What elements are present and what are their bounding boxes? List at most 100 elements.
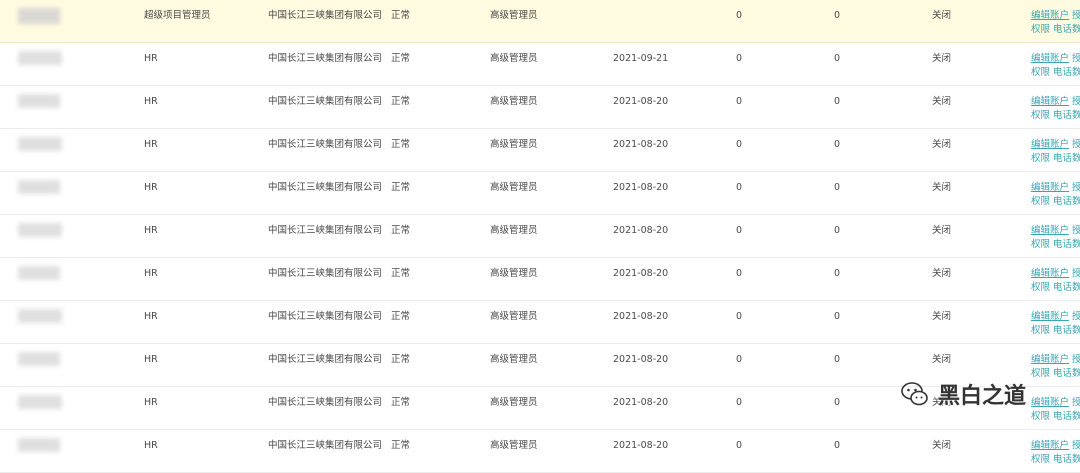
permissions-link[interactable]: 权限 [1031, 282, 1050, 293]
cell-role: HR [144, 268, 158, 279]
grant-link[interactable]: 授 [1072, 182, 1080, 193]
edit-account-link[interactable]: 编辑账户 [1031, 53, 1069, 64]
permissions-link[interactable]: 权限 [1031, 368, 1050, 379]
permissions-link[interactable]: 权限 [1031, 454, 1050, 465]
cell-count-1: 0 [736, 354, 743, 365]
edit-account-link[interactable]: 编辑账户 [1031, 354, 1069, 365]
cell-status: 正常 [391, 10, 411, 21]
cell-count-1: 0 [736, 10, 743, 21]
cell-count-1: 0 [736, 311, 743, 322]
permissions-link[interactable]: 权限 [1031, 153, 1050, 164]
row-actions: 编辑账户 授 权限 电话数 [1031, 439, 1080, 467]
row-actions: 编辑账户 授 权限 电话数 [1031, 181, 1080, 209]
phone-link[interactable]: 电话数 [1053, 24, 1080, 35]
cell-closed: 关闭 [932, 268, 952, 279]
cell-admin-level: 高级管理员 [490, 397, 538, 408]
row-actions: 编辑账户 授 权限 电话数 [1031, 353, 1080, 381]
cell-admin-level: 高级管理员 [490, 268, 538, 279]
cell-count-2: 0 [834, 10, 841, 21]
phone-link[interactable]: 电话数 [1053, 325, 1080, 336]
cell-closed: 关闭 [932, 311, 952, 322]
cell-status: 正常 [391, 139, 411, 150]
cell-closed: 关闭 [932, 96, 952, 107]
phone-link[interactable]: 电话数 [1053, 454, 1080, 465]
cell-status: 正常 [391, 182, 411, 193]
cell-count-2: 0 [834, 440, 841, 451]
grant-link[interactable]: 授 [1072, 10, 1080, 21]
grant-link[interactable]: 授 [1072, 139, 1080, 150]
grant-link[interactable]: 授 [1072, 53, 1080, 64]
cell-status: 正常 [391, 96, 411, 107]
cell-status: 正常 [391, 53, 411, 64]
cell-count-2: 0 [834, 53, 841, 64]
row-actions: 编辑账户 授 权限 电话数 [1031, 310, 1080, 338]
permissions-link[interactable]: 权限 [1031, 110, 1050, 121]
cell-role: HR [144, 311, 158, 322]
cell-status: 正常 [391, 268, 411, 279]
cell-company: 中国长江三峡集团有限公司 [268, 225, 383, 236]
cell-count-2: 0 [834, 354, 841, 365]
grant-link[interactable]: 授 [1072, 268, 1080, 279]
row-actions: 编辑账户 授 权限 电话数 [1031, 52, 1080, 80]
permissions-link[interactable]: 权限 [1031, 325, 1050, 336]
phone-link[interactable]: 电话数 [1053, 110, 1080, 121]
cell-count-2: 0 [834, 225, 841, 236]
edit-account-link[interactable]: 编辑账户 [1031, 182, 1069, 193]
table-row: HR 中国长江三峡集团有限公司 正常 高级管理员 2021-09-21 0 0 … [0, 43, 1080, 86]
cell-date: 2021-08-20 [613, 311, 669, 322]
table-row: HR 中国长江三峡集团有限公司 正常 高级管理员 2021-08-20 0 0 … [0, 215, 1080, 258]
permissions-link[interactable]: 权限 [1031, 411, 1050, 422]
cell-admin-level: 高级管理员 [490, 96, 538, 107]
cell-closed: 关闭 [932, 10, 952, 21]
grant-link[interactable]: 授 [1072, 397, 1080, 408]
redacted-name [18, 180, 60, 194]
cell-status: 正常 [391, 311, 411, 322]
edit-account-link[interactable]: 编辑账户 [1031, 440, 1069, 451]
redacted-name [18, 8, 60, 24]
edit-account-link[interactable]: 编辑账户 [1031, 268, 1069, 279]
wechat-icon [901, 382, 928, 406]
cell-date: 2021-08-20 [613, 182, 669, 193]
permissions-link[interactable]: 权限 [1031, 67, 1050, 78]
phone-link[interactable]: 电话数 [1053, 153, 1080, 164]
cell-company: 中国长江三峡集团有限公司 [268, 10, 383, 21]
edit-account-link[interactable]: 编辑账户 [1031, 10, 1069, 21]
cell-role: HR [144, 440, 158, 451]
grant-link[interactable]: 授 [1072, 354, 1080, 365]
edit-account-link[interactable]: 编辑账户 [1031, 225, 1069, 236]
cell-date: 2021-08-20 [613, 440, 669, 451]
edit-account-link[interactable]: 编辑账户 [1031, 397, 1069, 408]
cell-admin-level: 高级管理员 [490, 10, 538, 21]
watermark-text: 黑白之道 [938, 384, 1027, 409]
grant-link[interactable]: 授 [1072, 225, 1080, 236]
cell-closed: 关闭 [932, 354, 952, 365]
permissions-link[interactable]: 权限 [1031, 24, 1050, 35]
table-row: HR 中国长江三峡集团有限公司 正常 高级管理员 2021-08-20 0 0 … [0, 258, 1080, 301]
phone-link[interactable]: 电话数 [1053, 411, 1080, 422]
permissions-link[interactable]: 权限 [1031, 196, 1050, 207]
cell-admin-level: 高级管理员 [490, 354, 538, 365]
cell-company: 中国长江三峡集团有限公司 [268, 268, 383, 279]
phone-link[interactable]: 电话数 [1053, 239, 1080, 250]
cell-status: 正常 [391, 397, 411, 408]
grant-link[interactable]: 授 [1072, 311, 1080, 322]
grant-link[interactable]: 授 [1072, 96, 1080, 107]
phone-link[interactable]: 电话数 [1053, 368, 1080, 379]
cell-admin-level: 高级管理员 [490, 225, 538, 236]
edit-account-link[interactable]: 编辑账户 [1031, 139, 1069, 150]
cell-status: 正常 [391, 225, 411, 236]
edit-account-link[interactable]: 编辑账户 [1031, 96, 1069, 107]
cell-count-1: 0 [736, 225, 743, 236]
cell-closed: 关闭 [932, 225, 952, 236]
phone-link[interactable]: 电话数 [1053, 67, 1080, 78]
permissions-link[interactable]: 权限 [1031, 239, 1050, 250]
phone-link[interactable]: 电话数 [1053, 196, 1080, 207]
redacted-name [18, 266, 60, 280]
grant-link[interactable]: 授 [1072, 440, 1080, 451]
cell-count-1: 0 [736, 182, 743, 193]
cell-admin-level: 高级管理员 [490, 182, 538, 193]
phone-link[interactable]: 电话数 [1053, 282, 1080, 293]
cell-admin-level: 高级管理员 [490, 53, 538, 64]
edit-account-link[interactable]: 编辑账户 [1031, 311, 1069, 322]
cell-admin-level: 高级管理员 [490, 440, 538, 451]
